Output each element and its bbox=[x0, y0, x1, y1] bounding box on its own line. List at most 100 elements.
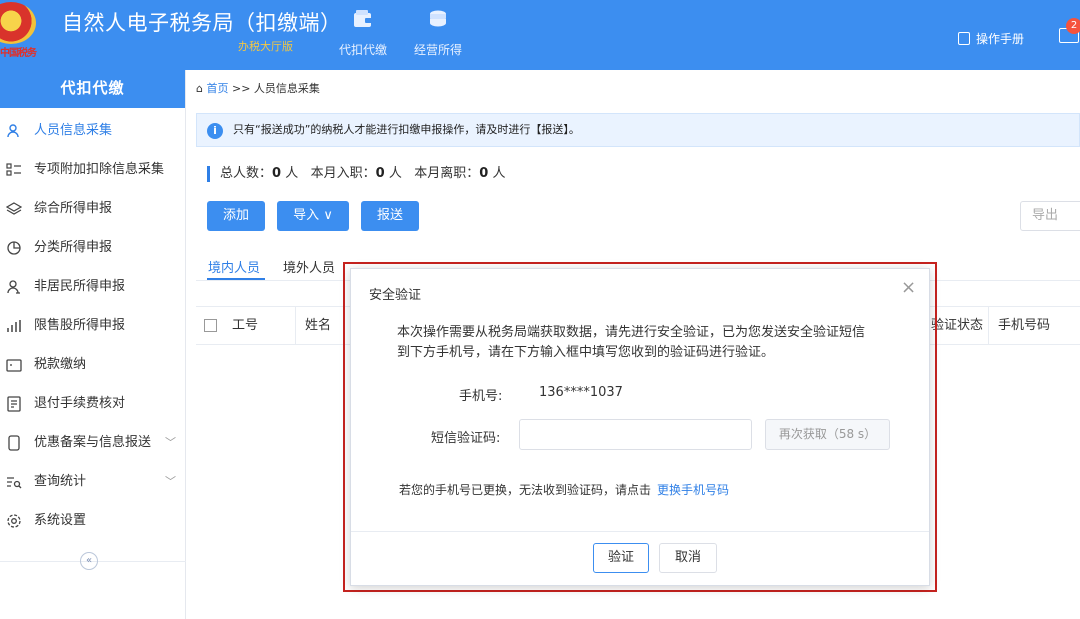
left-count: 0 bbox=[479, 166, 489, 181]
sidebar-item-label: 非居民所得申报 bbox=[34, 279, 126, 294]
document-icon bbox=[7, 396, 21, 412]
info-icon: i bbox=[207, 123, 223, 139]
cancel-button[interactable]: 取消 bbox=[659, 543, 717, 573]
info-alert: i 只有“报送成功”的纳税人才能进行扣缴申报操作，请及时进行【报送】。 bbox=[196, 113, 1080, 147]
import-label: 导入 bbox=[293, 208, 320, 223]
change-phone-note: 若您的手机号已更换，无法收到验证码，请点击 更换手机号码 bbox=[399, 481, 729, 498]
sidebar-item-refund-fee[interactable]: 退付手续费核对 bbox=[0, 384, 186, 423]
sidebar-item-label: 系统设置 bbox=[34, 513, 87, 528]
sidebar-item-label: 优惠备案与信息报送 bbox=[34, 435, 152, 450]
breadcrumb-separator: >> bbox=[231, 82, 251, 95]
joined-unit: 人 bbox=[388, 166, 402, 181]
sidebar-item-special-deduction[interactable]: 专项附加扣除信息采集 bbox=[0, 150, 186, 189]
wallet-outline-icon bbox=[6, 359, 22, 372]
mail-badge: 2 bbox=[1066, 18, 1080, 34]
sidebar: 代扣代缴 人员信息采集 专项附加扣除信息采集 综合所得申报 分类所得申报 非居民… bbox=[0, 70, 186, 619]
joined-count: 0 bbox=[375, 166, 385, 181]
active-tab-indicator bbox=[207, 278, 265, 280]
settings-icon bbox=[7, 514, 21, 528]
sidebar-item-comprehensive-income[interactable]: 综合所得申报 bbox=[0, 189, 186, 228]
layers-icon bbox=[6, 202, 22, 215]
sidebar-item-label: 税款缴纳 bbox=[34, 357, 87, 372]
tax-emblem-logo bbox=[0, 2, 36, 44]
nav-business-income[interactable]: 经营所得 bbox=[403, 8, 473, 58]
app-header: 中国税务 自然人电子税务局（扣缴端） 办税大厅版 代扣代缴 经营所得 操作手册 … bbox=[0, 0, 1080, 70]
sidebar-item-label: 专项附加扣除信息采集 bbox=[34, 162, 165, 177]
close-icon[interactable]: × bbox=[901, 277, 916, 298]
chevron-down-icon: ﹀ bbox=[165, 475, 176, 488]
header-cell-id: 工号 bbox=[196, 307, 296, 345]
manual-icon bbox=[958, 32, 970, 45]
total-count: 0 bbox=[272, 166, 282, 181]
column-header-id[interactable]: 工号 bbox=[232, 318, 258, 333]
person-icon bbox=[7, 124, 19, 138]
change-phone-link[interactable]: 更换手机号码 bbox=[657, 483, 729, 497]
security-verification-dialog: 安全验证 × 本次操作需要从税务局端获取数据，请先进行安全验证，已为您发送安全验… bbox=[350, 268, 930, 586]
change-phone-text: 若您的手机号已更换，无法收到验证码，请点击 bbox=[399, 483, 652, 497]
nav-business-income-label: 经营所得 bbox=[413, 43, 462, 57]
export-button[interactable]: 导出 bbox=[1020, 201, 1080, 231]
dialog-divider bbox=[351, 531, 929, 532]
select-all-checkbox[interactable] bbox=[204, 319, 217, 332]
people-stats: 总人数：0 人 本月入职：0 人 本月离职：0 人 bbox=[207, 166, 505, 182]
sidebar-title: 代扣代缴 bbox=[0, 70, 185, 108]
joined-label: 本月入职： bbox=[310, 166, 376, 181]
sidebar-item-label: 分类所得申报 bbox=[34, 240, 113, 255]
tab-domestic[interactable]: 境内人员 bbox=[208, 257, 260, 276]
chevron-down-icon: ∨ bbox=[323, 208, 333, 223]
dialog-title: 安全验证 bbox=[369, 288, 422, 303]
left-unit: 人 bbox=[492, 166, 506, 181]
total-label: 总人数： bbox=[220, 166, 273, 181]
alert-text: 只有“报送成功”的纳税人才能进行扣缴申报操作，请及时进行【报送】。 bbox=[233, 123, 580, 136]
column-header-phone[interactable]: 手机号码 bbox=[990, 307, 1080, 345]
sidebar-item-category-income[interactable]: 分类所得申报 bbox=[0, 228, 186, 267]
sidebar-item-label: 查询统计 bbox=[34, 474, 87, 489]
breadcrumb: ⌂ 首页 >> 人员信息采集 bbox=[196, 80, 320, 96]
sms-code-label: 短信验证码: bbox=[431, 431, 501, 446]
wallet-icon bbox=[354, 10, 372, 27]
nav-withholding-label: 代扣代缴 bbox=[338, 43, 387, 57]
export-label: 导出 bbox=[1032, 208, 1059, 223]
sidebar-item-label: 综合所得申报 bbox=[34, 201, 113, 216]
phone-value: 136****1037 bbox=[539, 385, 623, 400]
sidebar-item-label: 人员信息采集 bbox=[34, 123, 113, 138]
home-icon[interactable]: ⌂ bbox=[196, 82, 203, 95]
add-button[interactable]: 添加 bbox=[207, 201, 265, 231]
resend-code-button[interactable]: 再次获取（58 s） bbox=[765, 419, 890, 450]
sms-code-input[interactable] bbox=[519, 419, 752, 450]
sidebar-item-restricted-stock[interactable]: 限售股所得申报 bbox=[0, 306, 186, 345]
sidebar-item-label: 限售股所得申报 bbox=[34, 318, 126, 333]
import-button[interactable]: 导入 ∨ bbox=[277, 201, 349, 231]
left-label: 本月离职： bbox=[414, 166, 480, 181]
sidebar-item-label: 退付手续费核对 bbox=[34, 396, 126, 411]
list-icon bbox=[6, 163, 21, 176]
person-outline-icon bbox=[7, 280, 20, 294]
pie-chart-icon bbox=[7, 241, 21, 255]
app-subtitle: 办税大厅版 bbox=[238, 40, 293, 53]
breadcrumb-home[interactable]: 首页 bbox=[206, 82, 228, 95]
nav-withholding[interactable]: 代扣代缴 bbox=[328, 8, 398, 58]
tab-overseas[interactable]: 境外人员 bbox=[283, 257, 335, 276]
verify-button[interactable]: 验证 bbox=[593, 543, 649, 573]
dialog-message: 本次操作需要从税务局端获取数据，请先进行安全验证，已为您发送安全验证短信到下方手… bbox=[397, 325, 866, 360]
breadcrumb-current: 人员信息采集 bbox=[253, 82, 320, 95]
bar-chart-icon bbox=[7, 320, 21, 332]
sidebar-item-nonresident-income[interactable]: 非居民所得申报 bbox=[0, 267, 186, 306]
submit-report-button[interactable]: 报送 bbox=[361, 201, 419, 231]
sidebar-collapse-button[interactable]: « bbox=[80, 552, 98, 570]
emblem-text: 中国税务 bbox=[0, 48, 37, 59]
file-icon bbox=[8, 435, 20, 451]
sidebar-item-system-settings[interactable]: 系统设置 bbox=[0, 501, 186, 540]
sidebar-item-tax-payment[interactable]: 税款缴纳 bbox=[0, 345, 186, 384]
chevron-down-icon: ﹀ bbox=[165, 436, 176, 449]
coins-icon bbox=[430, 10, 446, 27]
sidebar-item-preferential-filing[interactable]: 优惠备案与信息报送 ﹀ bbox=[0, 423, 186, 462]
manual-label: 操作手册 bbox=[976, 32, 1025, 46]
phone-label: 手机号: bbox=[459, 389, 503, 404]
sidebar-item-person-info[interactable]: 人员信息采集 bbox=[0, 111, 186, 150]
sidebar-item-query-stats[interactable]: 查询统计 ﹀ bbox=[0, 462, 186, 501]
app-title: 自然人电子税务局（扣缴端） bbox=[62, 11, 342, 35]
search-list-icon bbox=[7, 477, 22, 489]
manual-link[interactable]: 操作手册 bbox=[958, 30, 1024, 47]
total-unit: 人 bbox=[285, 166, 299, 181]
